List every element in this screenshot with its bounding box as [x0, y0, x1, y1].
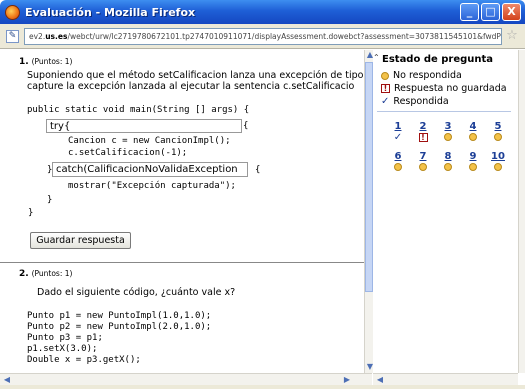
- unanswered-dot-icon: [394, 163, 402, 171]
- close-button[interactable]: X: [502, 3, 521, 21]
- question-text: Dado el siguiente código, ¿cuánto vale x…: [37, 287, 236, 298]
- question-nav-number[interactable]: 9: [465, 151, 481, 162]
- firefox-icon: [5, 4, 20, 20]
- side-horizontal-scrollbar[interactable]: ◀: [373, 373, 518, 385]
- question-nav-5[interactable]: 5: [490, 121, 506, 141]
- question-nav-number[interactable]: 3: [440, 121, 456, 132]
- question-points: (Puntos: 1): [31, 57, 73, 66]
- unanswered-dot-icon: [381, 71, 389, 80]
- code-line: mostrar("Excepción capturada");: [68, 181, 236, 191]
- question-1: 1. (Puntos: 1) Suponiendo que el método …: [0, 50, 364, 263]
- question-nav-2[interactable]: 2 !: [415, 121, 431, 142]
- question-number-text: 2.: [19, 269, 29, 279]
- url-prefix: ev2.: [29, 31, 46, 41]
- code-line: Punto p3 = p1;: [27, 333, 103, 343]
- question-nav-6[interactable]: 6: [390, 151, 406, 171]
- window-bottom-border: [0, 385, 525, 389]
- bookmark-star-icon[interactable]: ☆: [505, 29, 519, 43]
- question-nav-3[interactable]: 3: [440, 121, 456, 141]
- answer-blank-2[interactable]: catch(CalificacionNoValidaException: [52, 162, 248, 177]
- question-nav-number[interactable]: 6: [390, 151, 406, 162]
- maximize-button[interactable]: □: [481, 3, 500, 21]
- unsaved-warning-icon: !: [381, 84, 390, 93]
- legend-answered: ✓ Respondida: [381, 96, 449, 107]
- url-rest: /webct/urw/lc2719780672101.tp27470109110…: [67, 31, 502, 41]
- question-status-panel: ⌃ Estado de pregunta No respondida ! Res…: [373, 50, 518, 373]
- question-nav-4[interactable]: 4: [465, 121, 481, 141]
- code-brace: }: [47, 195, 53, 205]
- assessment-content: 1. (Puntos: 1) Suponiendo que el método …: [0, 50, 372, 373]
- question-nav-number[interactable]: 10: [490, 151, 506, 162]
- question-number-text: 1.: [19, 57, 29, 67]
- legend-unsaved: ! Respuesta no guardada: [381, 83, 507, 94]
- unanswered-dot-icon: [444, 133, 452, 141]
- scroll-left-arrow-icon[interactable]: ◀: [375, 375, 385, 385]
- scroll-left-arrow-icon[interactable]: ◀: [2, 375, 12, 385]
- code-line: Punto p2 = new PuntoImpl(2.0,1.0);: [27, 322, 212, 332]
- question-nav-9[interactable]: 9: [465, 151, 481, 171]
- question-nav-number[interactable]: 4: [465, 121, 481, 132]
- unanswered-dot-icon: [494, 163, 502, 171]
- code-line: p1.setX(3.0);: [27, 344, 98, 354]
- scroll-right-arrow-icon[interactable]: ▶: [342, 375, 352, 385]
- question-nav-number[interactable]: 5: [490, 121, 506, 132]
- question-number: 2. (Puntos: 1): [19, 269, 72, 279]
- content-vertical-scrollbar[interactable]: ▲ ▼: [364, 50, 373, 373]
- legend-label: Respondida: [393, 96, 449, 107]
- window-controls: _ □ X: [460, 3, 521, 21]
- code-brace: {: [243, 121, 249, 131]
- unanswered-dot-icon: [469, 163, 477, 171]
- unsaved-warning-icon: !: [418, 133, 428, 142]
- collapse-arrow-icon[interactable]: ⌃: [373, 53, 380, 62]
- answered-check-icon: ✓: [393, 132, 403, 143]
- scrollbar-thumb[interactable]: [365, 62, 373, 292]
- question-nav-number[interactable]: 7: [415, 151, 431, 162]
- save-answer-button[interactable]: Guardar respuesta: [30, 232, 131, 249]
- code-line: Double x = p3.getX();: [27, 355, 141, 365]
- legend-label: Respuesta no guardada: [394, 83, 507, 94]
- panel-title: Estado de pregunta: [382, 54, 494, 65]
- content-horizontal-scrollbar[interactable]: ◀ ▶: [0, 373, 372, 385]
- question-nav-7[interactable]: 7: [415, 151, 431, 171]
- question-nav-number[interactable]: 1: [390, 121, 406, 132]
- question-nav-8[interactable]: 8: [440, 151, 456, 171]
- code-line: c.setCalificacion(-1);: [68, 148, 188, 158]
- unanswered-dot-icon: [419, 163, 427, 171]
- question-nav-number[interactable]: 8: [440, 151, 456, 162]
- answered-check-icon: ✓: [381, 96, 390, 107]
- window-titlebar: Evaluación - Mozilla Firefox _ □ X: [0, 0, 525, 24]
- code-line: Punto p1 = new PuntoImpl(1.0,1.0);: [27, 311, 212, 321]
- code-brace: {: [255, 165, 261, 175]
- url-field[interactable]: ev2.us.es/webct/urw/lc2719780672101.tp27…: [24, 27, 502, 45]
- address-bar: ✎ ev2.us.es/webct/urw/lc2719780672101.tp…: [0, 24, 525, 49]
- question-text-line-2: capture la excepción lanzada al ejecutar…: [27, 81, 355, 92]
- question-text-line-1: Suponiendo que el método setCalificacion…: [27, 70, 364, 81]
- answer-blank-1[interactable]: try{: [46, 119, 242, 133]
- question-nav-number[interactable]: 2: [415, 121, 431, 132]
- side-panel-scrollbar[interactable]: [518, 50, 525, 373]
- unanswered-dot-icon: [494, 133, 502, 141]
- window-title: Evaluación - Mozilla Firefox: [25, 5, 196, 19]
- panel-divider: [377, 111, 511, 112]
- site-identity-icon[interactable]: ✎: [6, 29, 19, 43]
- code-line: Cancion c = new CancionImpl();: [68, 136, 231, 146]
- url-domain: us.es: [45, 31, 68, 41]
- question-2: 2. (Puntos: 1) Dado el siguiente código,…: [0, 265, 364, 373]
- question-nav-1[interactable]: 1 ✓: [390, 121, 406, 143]
- question-nav-10[interactable]: 10: [490, 151, 506, 171]
- question-points: (Puntos: 1): [31, 269, 73, 278]
- minimize-button[interactable]: _: [460, 3, 479, 21]
- legend-unanswered: No respondida: [381, 70, 462, 81]
- code-brace: }: [28, 208, 34, 218]
- legend-label: No respondida: [393, 70, 462, 81]
- unanswered-dot-icon: [444, 163, 452, 171]
- code-main-signature: public static void main(String [] args) …: [27, 105, 250, 115]
- question-number: 1. (Puntos: 1): [19, 57, 72, 67]
- unanswered-dot-icon: [469, 133, 477, 141]
